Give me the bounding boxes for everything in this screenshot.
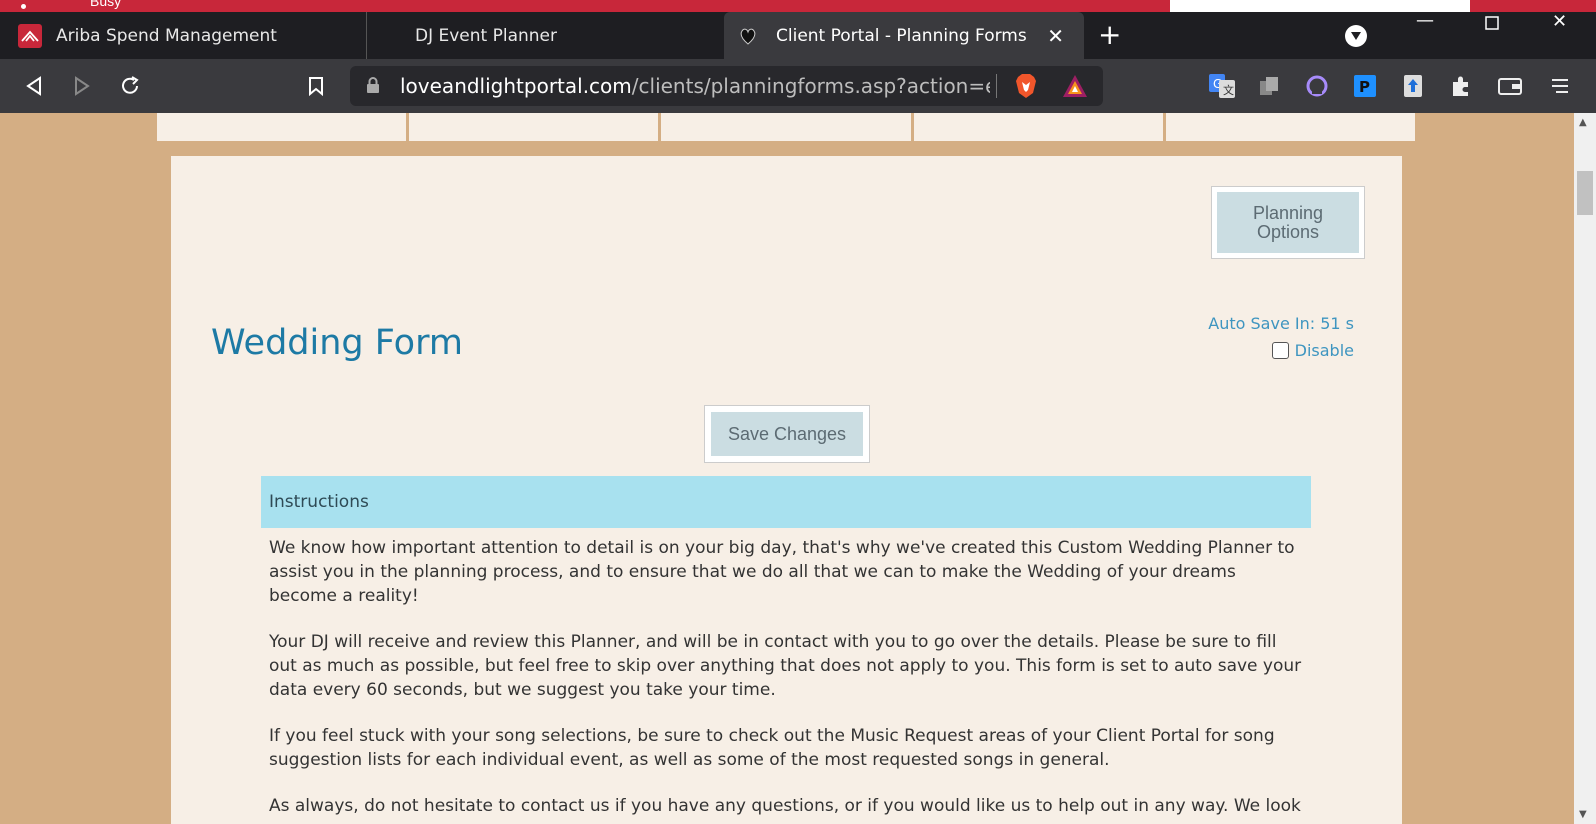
scroll-up-icon[interactable]: ▲ [1579,117,1587,128]
nav-cell[interactable] [914,113,1166,141]
nav-cell[interactable] [1166,113,1415,141]
tab-label: Client Portal - Planning Forms [776,25,1027,46]
instructions-paragraph: We know how important attention to detai… [269,538,1295,606]
planning-options-label: Planning Options [1252,202,1324,242]
url-path: /clients/planningforms.asp?action=edi... [631,74,990,98]
nav-cell[interactable] [157,113,410,141]
save-changes-label: Save Changes [727,423,847,444]
instructions-paragraph: As always, do not hesitate to contact us… [269,796,1301,816]
bookmark-icon[interactable] [302,72,330,100]
page-viewport: Planning Options Wedding Form Auto Save … [0,113,1574,824]
tab-ariba[interactable]: Ariba Spend Management [0,12,366,59]
close-tab-icon[interactable]: ✕ [1047,24,1064,48]
wallet-icon[interactable] [1496,72,1524,100]
reload-icon[interactable] [116,72,144,100]
status-dot-icon [21,4,26,9]
brave-shield-icon[interactable] [1014,73,1038,103]
p-extension-icon[interactable]: P [1351,72,1379,100]
extensions-icon[interactable] [1447,72,1475,100]
disable-autosave-checkbox[interactable] [1271,342,1289,359]
page-title: Wedding Form [211,323,463,363]
circle-extension-icon[interactable] [1303,72,1331,100]
forward-icon[interactable] [68,72,96,100]
maximize-icon[interactable] [1485,14,1499,35]
busy-label: Busy [90,0,122,9]
tab-client-portal[interactable]: Client Portal - Planning Forms ✕ [724,12,1084,59]
close-window-icon[interactable]: ✕ [1552,11,1567,32]
form-card: Planning Options Wedding Form Auto Save … [171,156,1402,824]
url-text[interactable]: loveandlightportal.com/clients/planningf… [400,74,990,98]
instructions-heading: Instructions [261,476,1311,528]
instructions-paragraph: If you feel stuck with your song selecti… [269,726,1275,770]
translate-icon[interactable]: G文 [1208,72,1236,100]
autosave-disable: Disable [1271,341,1354,360]
instructions-paragraph: Your DJ will receive and review this Pla… [269,632,1302,700]
tab-label: DJ Event Planner [415,25,558,46]
tab-label: Ariba Spend Management [56,25,277,46]
disable-label[interactable]: Disable [1295,341,1354,360]
copy-icon[interactable] [1256,72,1284,100]
lock-icon[interactable] [366,77,380,98]
page-scrollbar[interactable]: ▲ ▼ [1574,113,1596,824]
nav-cell[interactable] [409,113,662,141]
heart-favicon-icon [738,25,758,47]
svg-text:P: P [1359,78,1370,96]
url-host: loveandlightportal.com [400,74,632,98]
scroll-down-icon[interactable]: ▼ [1579,809,1587,820]
tab-search-icon[interactable] [1345,25,1367,47]
planning-options-button[interactable]: Planning Options [1211,186,1365,259]
new-tab-icon[interactable]: + [1098,20,1121,50]
nav-cell[interactable] [661,113,914,141]
save-changes-button[interactable]: Save Changes [704,405,870,463]
upload-extension-icon[interactable] [1399,72,1427,100]
scroll-thumb[interactable] [1577,171,1593,215]
minimize-icon[interactable]: — [1416,10,1434,31]
address-bar[interactable]: loveandlightportal.com/clients/planningf… [350,66,1103,106]
autosave-status: Auto Save In: 51 s [1208,314,1354,333]
menu-icon[interactable] [1546,72,1574,100]
browser-toolbar: loveandlightportal.com/clients/planningf… [0,59,1596,113]
tab-dj-event-planner[interactable]: DJ Event Planner [366,12,724,59]
top-nav [157,113,1415,141]
svg-text:文: 文 [1223,83,1234,97]
brave-rewards-icon[interactable] [1062,74,1088,102]
tab-bar: Ariba Spend Management DJ Event Planner … [0,10,1596,59]
background-window-strip: Busy [0,0,1596,12]
ariba-favicon-icon [18,23,42,48]
url-divider [996,74,997,98]
back-icon[interactable] [20,72,48,100]
